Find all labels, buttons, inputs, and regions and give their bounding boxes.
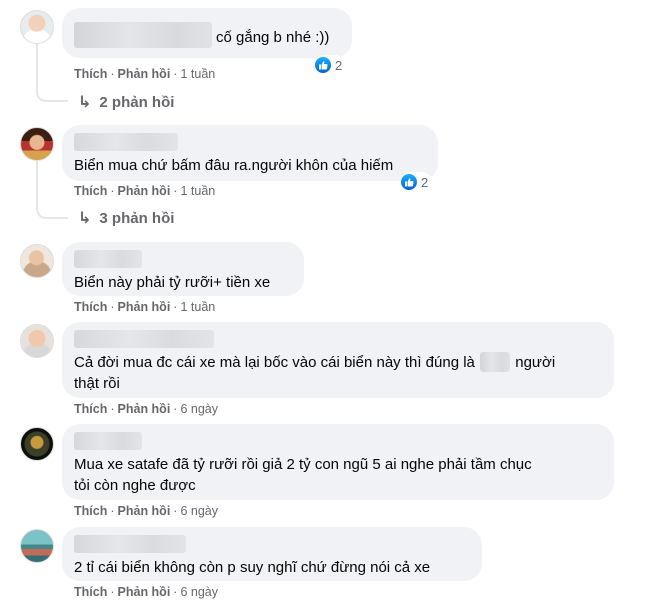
like-link[interactable]: Thích <box>74 504 107 518</box>
comment-text-part: người <box>515 354 556 371</box>
like-link[interactable]: Thích <box>74 402 107 416</box>
comment-bubble: Biển này phải tỷ rưỡi+ tiền xe <box>62 242 304 296</box>
avatar[interactable] <box>20 324 54 358</box>
view-replies-button[interactable]: ↳ 2 phản hồi <box>78 92 174 112</box>
like-thumb-icon <box>315 57 331 73</box>
like-thumb-icon <box>401 174 417 190</box>
comment-text: Cả đời mua đc cái xe mà lại bốc vào cái … <box>74 352 602 394</box>
timestamp[interactable]: 6 ngày <box>180 504 218 518</box>
avatar[interactable] <box>20 10 54 44</box>
comment-actions: Thích · Phản hồi · 1 tuần <box>74 67 216 81</box>
reply-link[interactable]: Phản hồi <box>118 585 171 599</box>
comment-text-part: Cả đời mua đc cái xe mà lại bốc vào cái … <box>74 354 475 371</box>
replies-label: 3 phản hồi <box>99 209 175 227</box>
thread-connector <box>36 44 68 102</box>
blurred-author-name <box>74 133 178 151</box>
reply-link[interactable]: Phản hồi <box>118 402 171 416</box>
comment-text-part: Mua xe satafe đã tỷ rưỡi rồi giả 2 tỷ co… <box>74 456 532 473</box>
blurred-author-name <box>74 22 212 48</box>
reply-link[interactable]: Phản hồi <box>118 504 171 518</box>
comment-bubble: 2 tỉ cái biển không còn p suy nghĩ chứ đ… <box>62 527 482 581</box>
reply-link[interactable]: Phản hồi <box>118 67 171 81</box>
reaction-count[interactable]: 2 <box>314 55 347 75</box>
comment-bubble: Cả đời mua đc cái xe mà lại bốc vào cái … <box>62 322 614 398</box>
timestamp[interactable]: 6 ngày <box>180 585 218 599</box>
reaction-number: 2 <box>335 57 343 73</box>
like-link[interactable]: Thích <box>74 67 107 81</box>
reply-arrow-icon: ↳ <box>78 210 92 227</box>
avatar[interactable] <box>20 529 54 563</box>
comment-text: Mua xe satafe đã tỷ rưỡi rồi giả 2 tỷ co… <box>74 454 602 496</box>
comment-text: 2 tỉ cái biển không còn p suy nghĩ chứ đ… <box>74 559 431 576</box>
view-replies-button[interactable]: ↳ 3 phản hồi <box>78 208 174 228</box>
comment-text: Biển này phải tỷ rưỡi+ tiền xe <box>74 274 271 291</box>
like-link[interactable]: Thích <box>74 184 107 198</box>
comment-actions: Thích · Phản hồi · 6 ngày <box>74 585 218 599</box>
comment-text: Biển mua chứ bấm đâu ra.người khôn của h… <box>74 157 394 174</box>
timestamp[interactable]: 1 tuần <box>180 184 215 198</box>
comment-bubble: cố gắng b nhé :)) <box>62 8 352 58</box>
timestamp[interactable]: 1 tuần <box>180 300 215 314</box>
reaction-count[interactable]: 2 <box>400 172 433 192</box>
reaction-number: 2 <box>421 174 429 190</box>
blurred-author-name <box>74 330 214 348</box>
like-link[interactable]: Thích <box>74 585 107 599</box>
thread-connector <box>36 161 68 219</box>
comment-actions: Thích · Phản hồi · 1 tuần <box>74 184 216 198</box>
blurred-author-name <box>74 432 142 450</box>
blurred-author-name <box>74 250 142 268</box>
blurred-author-name <box>74 535 186 553</box>
comment-text-part: thật rồi <box>74 375 120 392</box>
replies-label: 2 phản hồi <box>99 93 175 111</box>
censored-word <box>480 352 511 372</box>
comment-bubble: Biển mua chứ bấm đâu ra.người khôn của h… <box>62 125 438 181</box>
avatar[interactable] <box>20 244 54 278</box>
avatar[interactable] <box>20 427 54 461</box>
reply-arrow-icon: ↳ <box>78 94 92 111</box>
comment-actions: Thích · Phản hồi · 1 tuần <box>74 300 216 314</box>
comment-text-part: tỏi còn nghe được <box>74 477 196 494</box>
comment-bubble: Mua xe satafe đã tỷ rưỡi rồi giả 2 tỷ co… <box>62 424 614 500</box>
reply-link[interactable]: Phản hồi <box>118 300 171 314</box>
comment-actions: Thích · Phản hồi · 6 ngày <box>74 504 218 518</box>
timestamp[interactable]: 1 tuần <box>180 67 215 81</box>
timestamp[interactable]: 6 ngày <box>180 402 218 416</box>
comment-text: cố gắng b nhé :)) <box>216 29 330 46</box>
reply-link[interactable]: Phản hồi <box>118 184 171 198</box>
comment-actions: Thích · Phản hồi · 6 ngày <box>74 402 218 416</box>
like-link[interactable]: Thích <box>74 300 107 314</box>
avatar[interactable] <box>20 127 54 161</box>
